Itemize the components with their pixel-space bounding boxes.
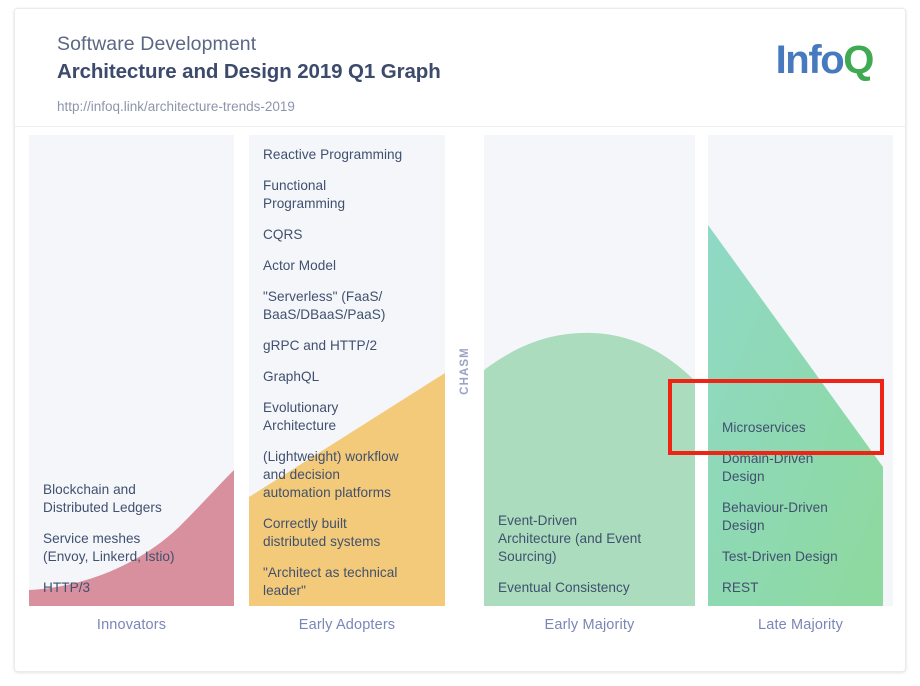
- item-line: Blockchain and: [43, 482, 136, 497]
- item-line: Correctly built: [263, 516, 347, 531]
- header-eyebrow: Software Development: [57, 33, 257, 55]
- item-line: "Serverless" (FaaS/: [263, 289, 383, 304]
- list-item[interactable]: "Serverless" (FaaS/ BaaS/DBaaS/PaaS): [263, 288, 431, 324]
- item-line: GraphQL: [263, 369, 320, 384]
- item-line: Reactive Programming: [263, 147, 403, 162]
- list-item[interactable]: Domain-Driven Design: [722, 450, 879, 486]
- item-line: leader": [263, 583, 306, 598]
- item-line: and decision: [263, 467, 340, 482]
- logo-info-text: Info: [775, 38, 845, 82]
- list-item[interactable]: GraphQL: [263, 368, 431, 386]
- logo-q-text: Q: [843, 38, 874, 82]
- item-line: Design: [722, 469, 765, 484]
- header-text-block: Software Development Architecture and De…: [57, 31, 441, 116]
- innovators-item-list: Blockchain and Distributed Ledgers Servi…: [29, 135, 234, 606]
- list-item[interactable]: (Lightweight) workflow and decision auto…: [263, 448, 431, 502]
- list-item-microservices[interactable]: Microservices: [722, 419, 879, 437]
- item-line: Sourcing): [498, 549, 557, 564]
- column-label-late-majority: Late Majority: [758, 617, 843, 633]
- column-label-early-adopters: Early Adopters: [298, 617, 396, 633]
- list-item[interactable]: Event-Driven Architecture (and Event Sou…: [498, 512, 681, 566]
- item-line: BaaS/DBaaS/PaaS): [263, 307, 386, 322]
- page-title: Architecture and Design 2019 Q1 Graph: [57, 60, 441, 83]
- item-line: Design: [722, 518, 765, 533]
- list-item[interactable]: Actor Model: [263, 257, 431, 275]
- item-line: Functional: [263, 178, 327, 193]
- list-item[interactable]: Behaviour-Driven Design: [722, 499, 879, 535]
- list-item[interactable]: HTTP/3: [43, 579, 220, 597]
- item-line: HTTP/3: [43, 580, 91, 595]
- list-item[interactable]: Correctly built distributed systems: [263, 515, 431, 551]
- item-line: Eventual Consistency: [498, 580, 630, 595]
- column-early-majority: Event-Driven Architecture (and Event Sou…: [484, 135, 695, 606]
- list-item[interactable]: "Architect as technical leader": [263, 564, 431, 600]
- item-line: (Envoy, Linkerd, Istio): [43, 549, 175, 564]
- list-item[interactable]: Blockchain and Distributed Ledgers: [43, 481, 220, 517]
- item-line: distributed systems: [263, 534, 381, 549]
- list-item[interactable]: gRPC and HTTP/2: [263, 337, 431, 355]
- late-majority-item-list: Microservices Domain-Driven Design Behav…: [708, 135, 893, 606]
- chasm-text: CHASM: [458, 346, 471, 395]
- item-line: CQRS: [263, 227, 303, 242]
- item-line: Programming: [263, 196, 346, 211]
- list-item[interactable]: Reactive Programming: [263, 146, 431, 164]
- header-subtitle-url[interactable]: http://infoq.link/architecture-trends-20…: [57, 98, 441, 116]
- item-line: Microservices: [722, 420, 806, 435]
- column-early-adopters: Reactive Programming Functional Programm…: [249, 135, 445, 606]
- item-line: Event-Driven: [498, 513, 578, 528]
- chasm-divider-label: CHASM: [445, 135, 484, 606]
- item-line: Service meshes: [43, 531, 141, 546]
- list-item[interactable]: Evolutionary Architecture: [263, 399, 431, 435]
- adoption-curve-chart: Blockchain and Distributed Ledgers Servi…: [15, 128, 905, 671]
- item-line: Evolutionary: [263, 400, 339, 415]
- column-late-majority: Microservices Domain-Driven Design Behav…: [708, 135, 893, 606]
- item-line: "Architect as technical: [263, 565, 398, 580]
- list-item[interactable]: REST: [722, 579, 879, 597]
- early-majority-item-list: Event-Driven Architecture (and Event Sou…: [484, 135, 695, 606]
- item-line: Architecture: [263, 418, 337, 433]
- item-line: (Lightweight) workflow: [263, 449, 399, 464]
- list-item[interactable]: Functional Programming: [263, 177, 431, 213]
- item-line: Distributed Ledgers: [43, 500, 162, 515]
- item-line: Domain-Driven: [722, 451, 814, 466]
- item-line: Behaviour-Driven: [722, 500, 828, 515]
- card-header: Software Development Architecture and De…: [15, 9, 905, 127]
- item-line: Test-Driven Design: [722, 549, 838, 564]
- item-line: automation platforms: [263, 485, 391, 500]
- column-labels-row: Innovators Early Adopters Early Majority…: [15, 617, 905, 665]
- trend-graph-page: Software Development Architecture and De…: [0, 0, 920, 686]
- trend-graph-card: Software Development Architecture and De…: [14, 8, 906, 672]
- list-item[interactable]: Service meshes (Envoy, Linkerd, Istio): [43, 530, 220, 566]
- infoq-logo[interactable]: InfoQ: [775, 37, 875, 83]
- item-line: REST: [722, 580, 759, 595]
- item-line: Architecture (and Event: [498, 531, 642, 546]
- item-line: gRPC and HTTP/2: [263, 338, 378, 353]
- column-label-innovators: Innovators: [96, 617, 167, 633]
- list-item[interactable]: Test-Driven Design: [722, 548, 879, 566]
- column-label-early-majority: Early Majority: [544, 617, 635, 633]
- item-line: Actor Model: [263, 258, 337, 273]
- column-innovators: Blockchain and Distributed Ledgers Servi…: [29, 135, 234, 606]
- list-item[interactable]: CQRS: [263, 226, 431, 244]
- early-adopters-item-list: Reactive Programming Functional Programm…: [249, 135, 445, 606]
- list-item[interactable]: Eventual Consistency: [498, 579, 681, 597]
